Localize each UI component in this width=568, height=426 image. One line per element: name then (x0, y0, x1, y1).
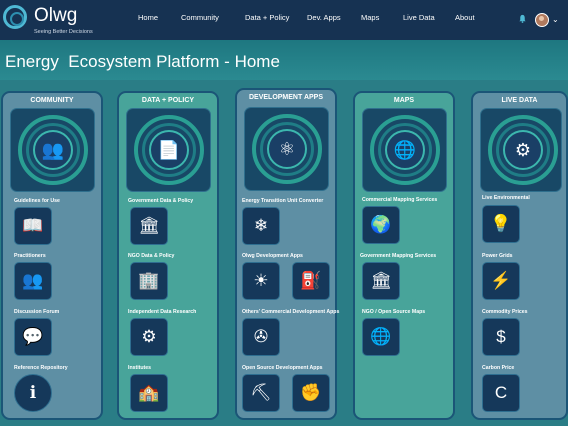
title-bar: Energy Ecosystem Platform - Home (0, 40, 568, 80)
item-label[interactable]: Reference Repository (14, 365, 68, 371)
item-label[interactable]: NGO / Open Source Maps (362, 309, 425, 315)
nav-data-policy[interactable]: Data + Policy (245, 13, 289, 22)
item-label[interactable]: Commodity Prices (482, 309, 528, 315)
people-circle-icon: 👥 (41, 140, 65, 160)
data-policy-feature-icon[interactable]: 📄 (127, 109, 210, 191)
column-title: MAPS (393, 97, 415, 104)
research-icon[interactable]: ⚙ (130, 318, 168, 356)
avatar[interactable] (535, 13, 549, 27)
nav-live-data[interactable]: Live Data (403, 13, 435, 22)
globe-stand-icon[interactable]: 🌍 (362, 206, 400, 244)
item-label[interactable]: Commercial Mapping Services (362, 197, 437, 203)
column-title: COMMUNITY (30, 97, 74, 104)
item-label[interactable]: Others' Commercial Development Apps (242, 309, 339, 315)
community-feature-icon[interactable]: 👥 (11, 109, 94, 191)
item-label[interactable]: Independent Data Research (128, 309, 196, 315)
derrick-icon[interactable]: ⛏ (242, 374, 280, 412)
hand-icon[interactable]: ✊ (292, 374, 330, 412)
capitol-icon[interactable]: 🏛 (362, 262, 400, 300)
bell-icon[interactable] (518, 14, 527, 23)
nav-community[interactable]: Community (181, 13, 219, 22)
live-data-feature-icon[interactable]: ⚙ (481, 109, 561, 191)
nav-home[interactable]: Home (138, 13, 158, 22)
brand-name[interactable]: Olwg (34, 5, 77, 27)
column-dev-apps: DEVELOPMENT APPS ⚛ Energy Transition Uni… (235, 88, 339, 420)
maps-feature-icon[interactable]: 🌐 (363, 109, 446, 191)
item-label[interactable]: Power Grids (482, 253, 513, 259)
wind-turbine-icon[interactable]: ✇ (242, 318, 280, 356)
item-label[interactable]: Government Data & Policy (128, 198, 193, 204)
document-icon: 📄 (157, 140, 181, 160)
nav-maps[interactable]: Maps (361, 13, 379, 22)
item-label[interactable]: Practitioners (14, 253, 46, 259)
globe-icon: 🌐 (393, 140, 417, 160)
leaf-gear-icon: ⚙ (514, 140, 532, 160)
column-maps: MAPS 🌐 Commercial Mapping Services 🌍 Gov… (353, 91, 455, 420)
item-label[interactable]: Discussion Forum (14, 309, 59, 315)
brand-tagline: Seeing Better Decisions (34, 29, 93, 35)
column-community: COMMUNITY 👥 Guidelines for Use 📖 Practit… (1, 91, 103, 420)
nav-about[interactable]: About (455, 13, 475, 22)
item-label[interactable]: Energy Transition Unit Converter (242, 198, 323, 204)
globe-hands-icon[interactable]: 🌐 (362, 318, 400, 356)
solar-icon[interactable]: ☀ (242, 262, 280, 300)
top-nav: Olwg Seeing Better Decisions Home Commun… (0, 0, 568, 40)
item-label[interactable]: Guidelines for Use (14, 198, 60, 204)
item-label[interactable]: Open Source Development Apps (242, 365, 323, 371)
people-icon[interactable]: 👥 (14, 262, 52, 300)
item-label[interactable]: Live Environmental (482, 195, 530, 201)
lightbulb-icon[interactable]: 💡 (482, 205, 520, 243)
drill-rig-icon[interactable]: ⛽ (292, 262, 330, 300)
government-building-icon[interactable]: 🏛 (130, 207, 168, 245)
column-title: DATA + POLICY (141, 97, 195, 104)
item-label[interactable]: Olwg Development Apps (242, 253, 303, 259)
page-title: Energy Ecosystem Platform - Home (5, 52, 280, 71)
chat-icon[interactable]: 💬 (14, 318, 52, 356)
column-live-data: LIVE DATA ⚙ Live Environmental 💡 Power G… (471, 91, 568, 420)
dev-apps-feature-icon[interactable]: ⚛ (245, 108, 328, 190)
item-label[interactable]: Carbon Price (482, 365, 514, 371)
info-icon[interactable]: ℹ (14, 374, 52, 412)
column-title: DEVELOPMENT APPS (248, 94, 324, 101)
item-label[interactable]: NGO Data & Policy (128, 253, 174, 259)
institute-icon[interactable]: 🏫 (130, 374, 168, 412)
item-label[interactable]: Government Mapping Services (360, 253, 436, 259)
gears-icon[interactable]: ❄ (242, 207, 280, 245)
nav-dev-apps[interactable]: Dev. Apps (307, 13, 341, 22)
logo-icon[interactable] (3, 5, 27, 29)
book-icon[interactable]: 📖 (14, 207, 52, 245)
ngo-building-icon[interactable]: 🏢 (130, 262, 168, 300)
lightning-icon[interactable]: ⚡ (482, 262, 520, 300)
item-label[interactable]: Institutes (128, 365, 151, 371)
chevron-down-icon[interactable]: ⌄ (552, 15, 559, 24)
column-data-policy: DATA + POLICY 📄 Government Data & Policy… (117, 91, 219, 420)
price-icon[interactable]: $ (482, 318, 520, 356)
carbon-icon[interactable]: C (482, 374, 520, 412)
network-icon: ⚛ (278, 139, 296, 159)
column-title: LIVE DATA (501, 97, 538, 104)
